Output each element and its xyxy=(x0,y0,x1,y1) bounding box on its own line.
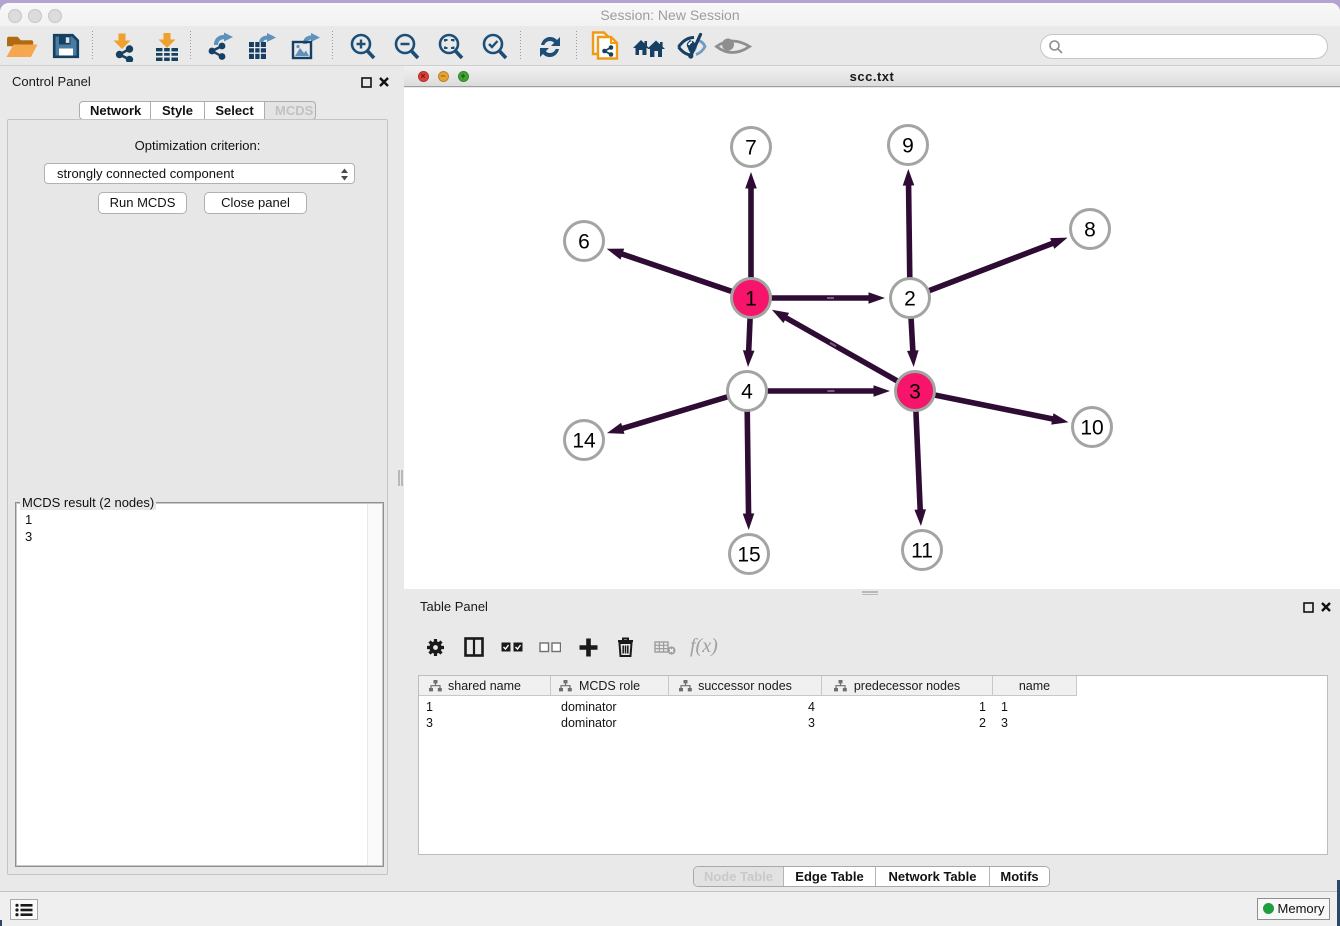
svg-text:2: 2 xyxy=(904,288,916,311)
svg-text:6: 6 xyxy=(578,231,590,254)
svg-text:3: 3 xyxy=(909,381,921,404)
svg-text:9: 9 xyxy=(902,135,914,158)
svg-text:8: 8 xyxy=(1084,219,1096,242)
svg-text:14: 14 xyxy=(572,430,596,453)
svg-text:1: 1 xyxy=(745,288,757,311)
svg-text:4: 4 xyxy=(741,381,753,404)
svg-text:7: 7 xyxy=(745,137,757,160)
svg-text:15: 15 xyxy=(737,544,760,567)
svg-text:11: 11 xyxy=(911,540,933,563)
svg-text:10: 10 xyxy=(1080,417,1103,440)
